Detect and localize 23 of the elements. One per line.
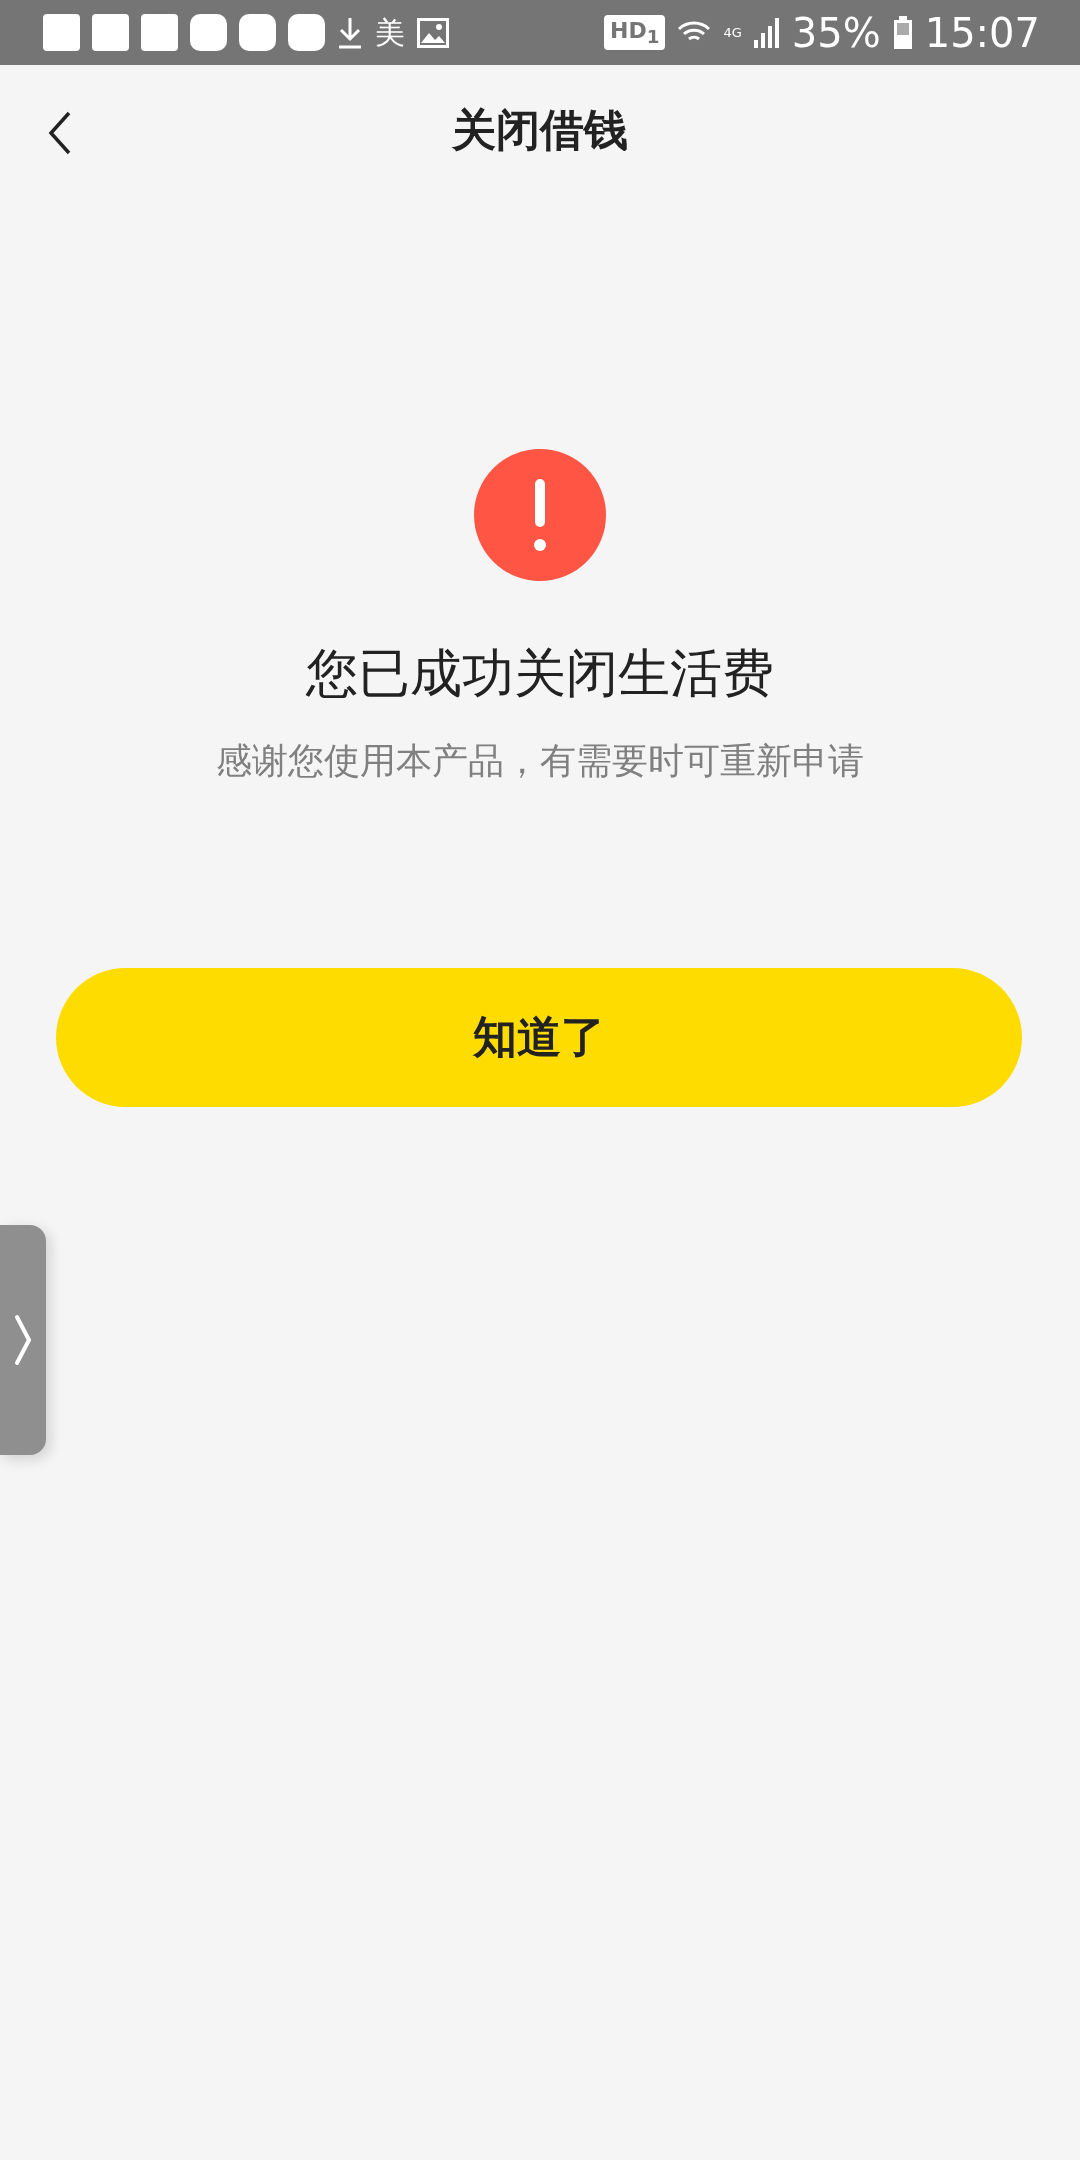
- result-title: 您已成功关闭生活费: [306, 642, 774, 705]
- notification-icon: [141, 14, 178, 51]
- hd-badge: HD$_{1}$: [604, 14, 666, 51]
- battery-icon: [892, 15, 913, 50]
- notification-icon: [92, 14, 129, 51]
- notification-glyph: 美: [375, 17, 405, 48]
- result-message: 感谢您使用本产品，有需要时可重新申请: [216, 739, 864, 783]
- download-icon: [337, 15, 363, 50]
- clock: 15:07: [924, 12, 1040, 53]
- signal-icon: [753, 17, 780, 48]
- notification-icon: [288, 14, 325, 51]
- network-label: 4G: [723, 26, 742, 39]
- side-tab[interactable]: [0, 1225, 46, 1455]
- page-title: 关闭借钱: [452, 102, 628, 157]
- notification-icon: [239, 14, 276, 51]
- warning-icon: [474, 449, 606, 581]
- back-icon[interactable]: [48, 111, 72, 155]
- notification-icon: [43, 14, 80, 51]
- image-icon: [417, 17, 449, 48]
- battery-percent: 35%: [791, 12, 881, 53]
- chevron-right-icon: [14, 1314, 32, 1366]
- notification-icon: [190, 14, 227, 51]
- confirm-button[interactable]: 知道了: [56, 968, 1022, 1107]
